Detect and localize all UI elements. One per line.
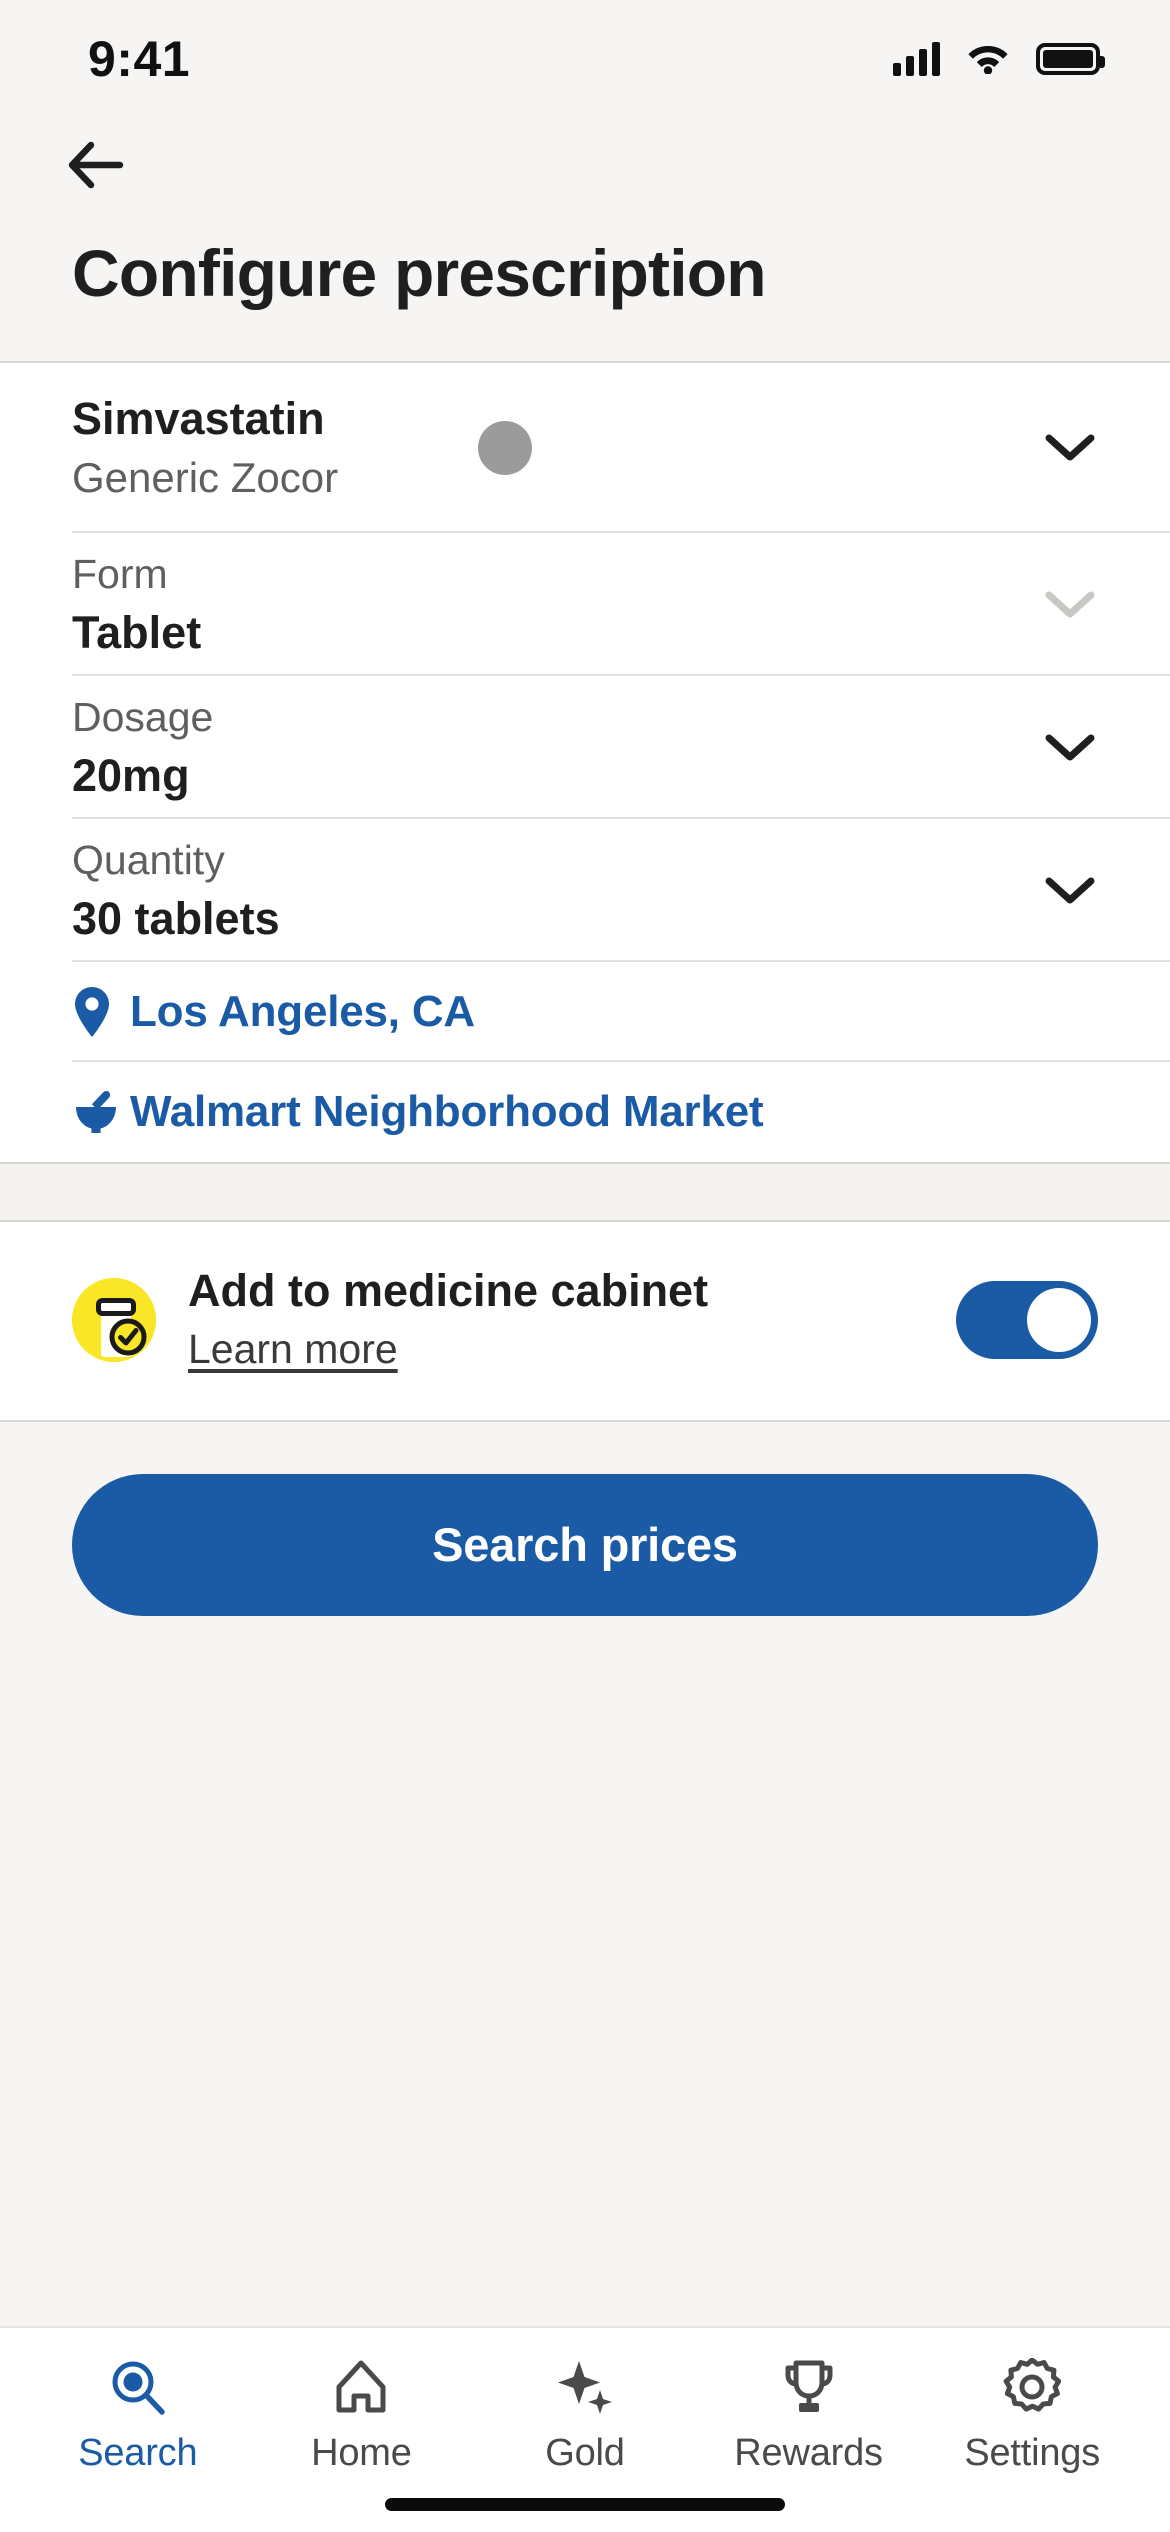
medicine-cabinet-title: Add to medicine cabinet — [188, 1265, 709, 1317]
home-indicator — [0, 2476, 1170, 2532]
drug-generic-name: Generic Zocor — [72, 453, 339, 501]
cta-container: Search prices — [0, 1421, 1170, 1678]
mortar-pestle-icon — [72, 1088, 130, 1136]
dosage-field-row[interactable]: Dosage 20mg — [0, 676, 1170, 820]
back-arrow-icon — [66, 139, 128, 194]
tab-gold[interactable]: Gold — [473, 2356, 697, 2475]
tab-home[interactable]: Home — [250, 2356, 474, 2475]
pharmacy-label: Walmart Neighborhood Market — [130, 1087, 764, 1137]
battery-icon — [1036, 43, 1105, 75]
quantity-field-row[interactable]: Quantity 30 tablets — [0, 819, 1170, 963]
dosage-field-text: Dosage 20mg — [72, 691, 1042, 805]
footer-filler — [0, 1677, 1170, 2326]
status-time: 9:41 — [88, 31, 191, 87]
quantity-field-label: Quantity — [72, 836, 225, 883]
map-pin-icon — [72, 986, 130, 1038]
dosage-field-label: Dosage — [72, 693, 214, 740]
quantity-field-value: 30 tablets — [72, 893, 280, 945]
learn-more-link[interactable]: Learn more — [188, 1324, 398, 1375]
medicine-cabinet-section: Add to medicine cabinet Learn more — [0, 1222, 1170, 1422]
chevron-down-icon[interactable] — [1042, 577, 1098, 633]
drug-text: Simvastatin Generic Zocor — [72, 392, 452, 504]
medicine-cabinet-copy: Add to medicine cabinet Learn more — [188, 1264, 956, 1375]
form-field-text: Form Tablet — [72, 548, 1042, 662]
tab-label: Rewards — [734, 2432, 883, 2474]
chevron-down-icon[interactable] — [1042, 863, 1098, 919]
pill-shape-icon — [478, 421, 532, 476]
tab-settings[interactable]: Settings — [920, 2356, 1144, 2475]
trophy-icon — [780, 2356, 838, 2418]
drug-name: Simvastatin — [72, 393, 325, 445]
home-icon — [332, 2356, 390, 2418]
location-label: Los Angeles, CA — [130, 987, 475, 1037]
form-field-label: Form — [72, 550, 168, 597]
tab-rewards[interactable]: Rewards — [697, 2356, 921, 2475]
search-prices-button[interactable]: Search prices — [72, 1473, 1098, 1616]
quantity-field-text: Quantity 30 tablets — [72, 834, 1042, 948]
chevron-down-icon[interactable] — [1042, 720, 1098, 776]
pharmacy-row[interactable]: Walmart Neighborhood Market — [0, 1062, 1170, 1162]
location-row[interactable]: Los Angeles, CA — [0, 962, 1170, 1063]
bottom-tab-bar: Search Home Gold Rewards Settings — [0, 2326, 1170, 2476]
dosage-field-value: 20mg — [72, 750, 190, 802]
sparkles-icon — [556, 2356, 614, 2418]
page-title: Configure prescription — [72, 236, 767, 310]
section-spacer — [0, 1162, 1170, 1223]
gear-icon — [1003, 2356, 1062, 2418]
drug-selector-row[interactable]: Simvastatin Generic Zocor — [0, 363, 1170, 534]
cellular-signal-icon — [893, 42, 940, 76]
back-button[interactable] — [66, 118, 162, 214]
status-icons — [893, 40, 1105, 79]
chevron-down-icon[interactable] — [1042, 420, 1098, 476]
tab-search[interactable]: Search — [26, 2356, 250, 2475]
wifi-icon — [966, 40, 1010, 79]
status-bar: 9:41 — [0, 0, 1170, 118]
page-header: Configure prescription — [0, 118, 1170, 364]
search-icon — [109, 2356, 167, 2418]
medicine-cabinet-toggle[interactable] — [956, 1280, 1098, 1359]
form-field-value: Tablet — [72, 607, 202, 659]
pill-bottle-check-icon — [72, 1277, 156, 1362]
form-field-row[interactable]: Form Tablet — [0, 533, 1170, 677]
prescription-card: Simvastatin Generic Zocor Form Tablet Do… — [0, 363, 1170, 1163]
tab-label: Search — [78, 2432, 198, 2474]
tab-label: Settings — [964, 2432, 1101, 2474]
app-screen: 9:41 Configure prescription Simvastatin … — [0, 0, 1170, 2532]
tab-label: Home — [311, 2432, 412, 2474]
tab-label: Gold — [545, 2432, 625, 2474]
